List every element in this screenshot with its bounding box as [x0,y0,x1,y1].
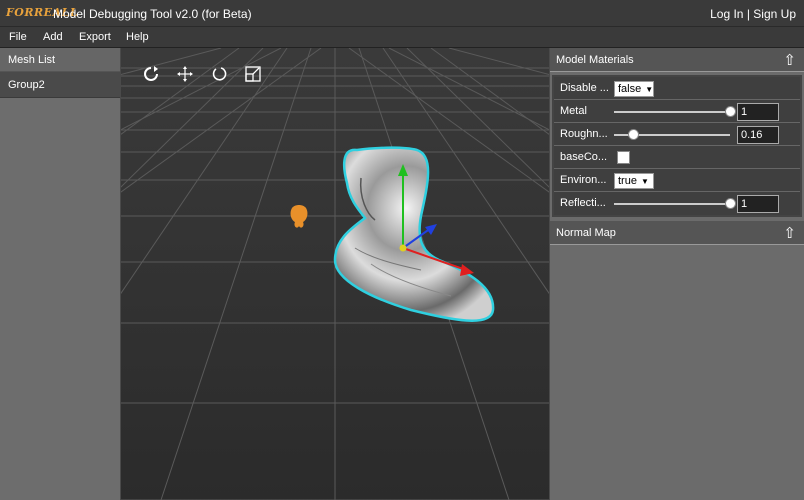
select-value: false [618,83,642,95]
slider-knob[interactable] [627,129,639,140]
roughness-value-input[interactable]: 0.16 [737,126,779,144]
menu-file[interactable]: File [9,31,27,43]
title-bar: FORREALL Model Debugging Tool v2.0 (for … [0,0,804,27]
auth-links: Log In | Sign Up [710,7,796,21]
login-link[interactable]: Log In [710,7,743,21]
metal-slider[interactable] [614,106,736,117]
property-label: Disable ... [560,82,609,94]
up-arrow-icon[interactable]: ⇧ [783,51,796,69]
property-row-metal: Metal 1 [554,100,800,123]
property-label: Metal [560,105,587,117]
property-label: Environ... [560,174,607,186]
property-row-environment: Environ... true ▼ [554,169,800,192]
property-row-disable: Disable ... false ▼ [554,77,800,100]
property-label: Reflecti... [560,197,606,209]
reflectivity-value-input[interactable]: 1 [737,195,779,213]
metal-value-input[interactable]: 1 [737,103,779,121]
move-icon[interactable] [177,66,193,82]
model-materials-title: Model Materials [556,54,634,66]
menu-bar: File Add Export Help [0,27,804,48]
up-arrow-icon[interactable]: ⇧ [783,224,796,242]
auth-separator: | [746,7,750,21]
refresh-icon[interactable] [211,66,227,82]
normal-map-header[interactable]: Normal Map ⇧ [550,221,804,245]
app-title: Model Debugging Tool v2.0 (for Beta) [53,7,252,21]
basecolor-swatch[interactable] [617,151,630,164]
mesh-list-item[interactable]: Group2 [0,72,120,98]
property-row-reflectivity: Reflecti... 1 [554,192,800,215]
menu-help[interactable]: Help [126,31,149,43]
mesh-list-panel: Mesh List Group2 [0,48,121,500]
3d-viewport[interactable] [121,48,549,500]
property-row-basecolor: baseCo... [554,146,800,169]
rotate-icon[interactable] [143,66,159,82]
normal-map-title: Normal Map [556,227,616,239]
chevron-down-icon: ▼ [645,85,654,94]
property-label: baseCo... [560,151,608,163]
roughness-slider[interactable] [614,129,730,140]
signup-link[interactable]: Sign Up [753,7,796,21]
model-materials-header[interactable]: Model Materials ⇧ [550,48,804,72]
menu-export[interactable]: Export [79,31,111,43]
mesh-list-header: Mesh List [0,48,120,72]
menu-add[interactable]: Add [43,31,63,43]
scale-icon[interactable] [245,66,261,82]
grid-floor [121,48,549,500]
property-label: Roughn... [560,128,608,140]
slider-knob[interactable] [725,198,736,209]
chevron-down-icon: ▼ [640,177,649,186]
disable-select[interactable]: false ▼ [614,81,654,97]
select-value: true [618,175,637,187]
environment-select[interactable]: true ▼ [614,173,654,189]
properties-panel: Model Materials ⇧ Disable ... false ▼ Met… [549,48,804,500]
materials-properties: Disable ... false ▼ Metal 1 Roughn... 0.1… [552,75,802,217]
reflectivity-slider[interactable] [614,198,736,209]
slider-knob[interactable] [725,106,736,117]
property-row-roughness: Roughn... 0.16 [554,123,800,146]
